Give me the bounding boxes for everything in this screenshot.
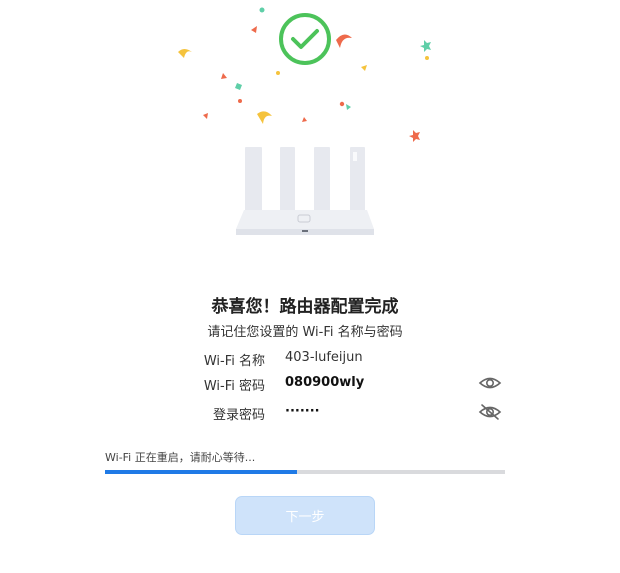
restart-progress-fill [105,470,297,474]
restart-status-text: Wi-Fi 正在重启，请耐心等待... [105,451,256,464]
success-subtitle: 请记住您设置的 Wi-Fi 名称与密码 [207,325,403,340]
router-image [236,147,374,235]
wifi-name-value: 403-lufeijun [285,350,363,365]
login-password-label: 登录密码 [212,408,265,423]
restart-progress-bar [105,470,505,474]
eye-open-icon[interactable] [478,373,502,393]
confetti-decoration [178,7,431,142]
wifi-password-value: 080900wly [285,375,365,390]
wifi-name-label: Wi-Fi 名称 [203,354,265,369]
wifi-password-row: Wi-Fi 密码 080900wly [0,373,620,395]
success-illustration [178,7,431,235]
wifi-password-label: Wi-Fi 密码 [203,379,265,394]
login-password-row: 登录密码 ······· [0,402,620,424]
eye-closed-icon[interactable] [478,402,502,422]
wifi-name-row: Wi-Fi 名称 403-lufeijun [0,348,620,370]
next-step-button[interactable]: 下一步 [235,496,375,535]
success-title: 恭喜您！路由器配置完成 [211,297,399,317]
login-password-value: ······· [285,404,320,419]
success-check-icon [279,13,331,65]
